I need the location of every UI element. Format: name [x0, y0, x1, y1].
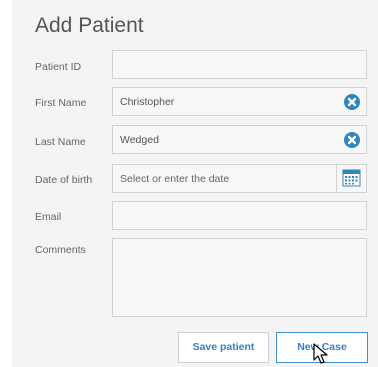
last-name-field[interactable]: Wedged: [112, 125, 367, 154]
patient-id-field[interactable]: [112, 50, 367, 79]
email-label: Email: [35, 211, 62, 223]
first-name-value: Christopher: [120, 96, 175, 108]
dob-label: Date of birth: [35, 174, 93, 186]
patient-id-label: Patient ID: [35, 61, 82, 73]
comments-label: Comments: [35, 244, 86, 256]
clear-last-name-icon[interactable]: [344, 132, 360, 148]
dob-field[interactable]: Select or enter the date: [112, 164, 367, 193]
calendar-button[interactable]: [336, 165, 366, 192]
page-title: Add Patient: [35, 14, 144, 37]
first-name-label: First Name: [35, 97, 87, 109]
dob-placeholder: Select or enter the date: [120, 173, 230, 185]
first-name-field[interactable]: Christopher: [112, 87, 367, 116]
save-patient-button[interactable]: Save patient: [178, 332, 269, 363]
calendar-icon: [342, 169, 361, 187]
email-field[interactable]: [112, 201, 367, 230]
clear-first-name-icon[interactable]: [344, 94, 360, 110]
comments-textarea[interactable]: [112, 238, 367, 317]
last-name-value: Wedged: [120, 134, 159, 146]
mouse-pointer-icon: [313, 343, 328, 364]
last-name-label: Last Name: [35, 136, 86, 148]
